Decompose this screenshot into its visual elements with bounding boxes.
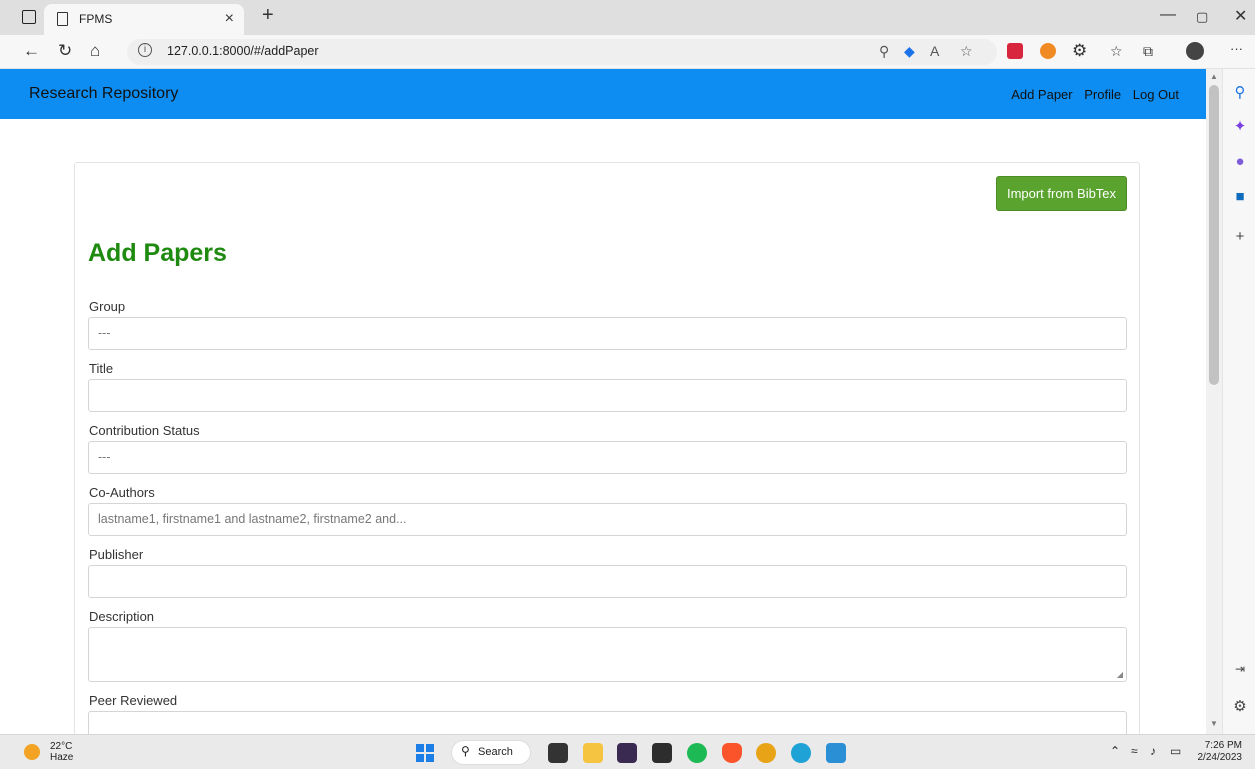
page-title: Add Papers	[88, 239, 227, 267]
page-icon	[57, 12, 68, 26]
extensions-icon[interactable]: ⚙	[1072, 41, 1087, 61]
spotify-icon[interactable]	[687, 743, 707, 763]
page-scrollbar[interactable]: ▲ ▼	[1206, 69, 1222, 734]
title-label: Title	[89, 361, 114, 376]
description-label: Description	[89, 609, 155, 624]
taskbar-search[interactable]: ⚲ Search	[451, 740, 531, 765]
site-info-icon[interactable]: i	[138, 43, 152, 57]
temperature-text: 22°C	[50, 741, 73, 752]
brave-icon[interactable]	[722, 743, 742, 763]
import-bibtex-button[interactable]: Import from BibTex	[996, 176, 1127, 211]
tab-close-button[interactable]: ×	[225, 10, 234, 28]
contribution-status-select[interactable]: ---	[88, 441, 1127, 474]
task-view-icon[interactable]	[548, 743, 568, 763]
file-explorer-icon[interactable]	[583, 743, 603, 763]
address-toolbar: ← ↻ ⌂ i 127.0.0.1:8000/#/addPaper ⚲ ◆ A …	[0, 35, 1255, 69]
weather-text: Haze	[50, 752, 74, 763]
hide-sidebar-icon[interactable]: ⇥	[1232, 661, 1248, 677]
profile-avatar[interactable]	[1186, 42, 1204, 60]
more-menu-icon[interactable]: ···	[1230, 41, 1243, 56]
browser-tab-bar: FPMS × + — ▢ ✕	[0, 0, 1255, 35]
app-navbar: Research Repository Add Paper Profile Lo…	[0, 69, 1206, 119]
add-sidebar-app-icon[interactable]: +	[1232, 229, 1248, 245]
address-bar[interactable]: i 127.0.0.1:8000/#/addPaper ⚲ ◆ A ☆	[127, 39, 997, 65]
nav-links: Add Paper Profile Log Out	[1003, 87, 1179, 102]
publisher-input[interactable]	[88, 565, 1127, 598]
start-button[interactable]	[416, 744, 434, 762]
back-icon[interactable]: ←	[23, 41, 40, 61]
chrome-icon[interactable]	[756, 743, 776, 763]
group-label: Group	[89, 299, 126, 314]
refresh-icon[interactable]: ↻	[58, 41, 72, 61]
search-icon: ⚲	[461, 744, 470, 758]
taskbar-search-label: Search	[478, 746, 513, 758]
add-paper-card: Import from BibTex Add Papers Group --- …	[74, 162, 1140, 734]
tab-title: FPMS	[79, 12, 113, 26]
key-icon[interactable]: ⚲	[879, 43, 889, 60]
edge-icon[interactable]	[791, 743, 811, 763]
url-text[interactable]: 127.0.0.1:8000/#/addPaper	[167, 44, 319, 58]
weather-icon[interactable]	[24, 744, 40, 760]
scroll-down-icon[interactable]: ▼	[1210, 719, 1218, 728]
clock-date: 2/24/2023	[1197, 752, 1243, 763]
description-textarea[interactable]: ◢	[88, 627, 1127, 682]
wifi-icon[interactable]: ≈	[1131, 744, 1138, 758]
peer-reviewed-label: Peer Reviewed	[89, 693, 178, 708]
favorites-icon[interactable]: ☆	[1110, 43, 1123, 60]
extension-icon[interactable]	[1007, 43, 1023, 59]
scroll-up-icon[interactable]: ▲	[1210, 72, 1218, 81]
co-authors-label: Co-Authors	[89, 485, 155, 500]
home-icon[interactable]: ⌂	[90, 41, 100, 61]
fox-extension-icon[interactable]	[1040, 43, 1056, 59]
restore-icon[interactable]: ▢	[1196, 9, 1208, 25]
favorite-icon[interactable]: ☆	[960, 43, 973, 60]
tag-icon[interactable]: ◆	[904, 43, 915, 60]
close-window-icon[interactable]: ✕	[1234, 6, 1247, 26]
terminal-icon[interactable]	[652, 743, 672, 763]
read-aloud-icon[interactable]: A	[930, 43, 939, 59]
clock-time: 7:26 PM	[1204, 740, 1242, 751]
scrollbar-thumb[interactable]	[1209, 85, 1219, 385]
edge-sidebar: ⚲ ✦ ● ■ + ⇥ ⚙	[1222, 69, 1255, 734]
tab-actions-icon[interactable]	[22, 10, 36, 24]
nav-logout[interactable]: Log Out	[1133, 87, 1179, 102]
search-icon[interactable]: ⚲	[1232, 85, 1248, 101]
vscode-icon[interactable]	[826, 743, 846, 763]
volume-icon[interactable]: ♪	[1150, 744, 1156, 758]
new-tab-button[interactable]: +	[262, 4, 274, 27]
app-icon[interactable]	[617, 743, 637, 763]
battery-icon[interactable]: ▭	[1170, 744, 1181, 758]
copilot-icon[interactable]: ✦	[1232, 119, 1248, 135]
title-input[interactable]	[88, 379, 1127, 412]
windows-taskbar: 22°C Haze ⚲ Search ⌃ ≈ ♪ ▭ 7:26 PM 2/24/…	[0, 734, 1255, 769]
brand-link[interactable]: Research Repository	[29, 85, 178, 103]
publisher-label: Publisher	[89, 547, 144, 562]
weather-widget[interactable]: 22°C Haze	[50, 741, 73, 763]
nav-add-paper[interactable]: Add Paper	[1011, 87, 1072, 102]
browser-tab[interactable]: FPMS ×	[44, 4, 244, 35]
resize-handle-icon[interactable]: ◢	[1117, 670, 1123, 679]
system-clock[interactable]: 7:26 PM 2/24/2023	[1198, 740, 1243, 764]
nav-profile[interactable]: Profile	[1084, 87, 1121, 102]
co-authors-input[interactable]: lastname1, firstname1 and lastname2, fir…	[88, 503, 1127, 536]
tray-overflow-icon[interactable]: ⌃	[1110, 744, 1120, 758]
outlook-icon[interactable]: ■	[1232, 189, 1248, 205]
group-select[interactable]: ---	[88, 317, 1127, 350]
peer-reviewed-select[interactable]	[88, 711, 1127, 734]
collections-icon[interactable]: ⧉	[1143, 43, 1153, 60]
contribution-status-label: Contribution Status	[89, 423, 200, 438]
settings-gear-icon[interactable]: ⚙	[1232, 699, 1248, 715]
office-icon[interactable]: ●	[1232, 154, 1248, 170]
page-viewport: Research Repository Add Paper Profile Lo…	[0, 69, 1206, 734]
minimize-icon[interactable]: —	[1160, 6, 1176, 24]
